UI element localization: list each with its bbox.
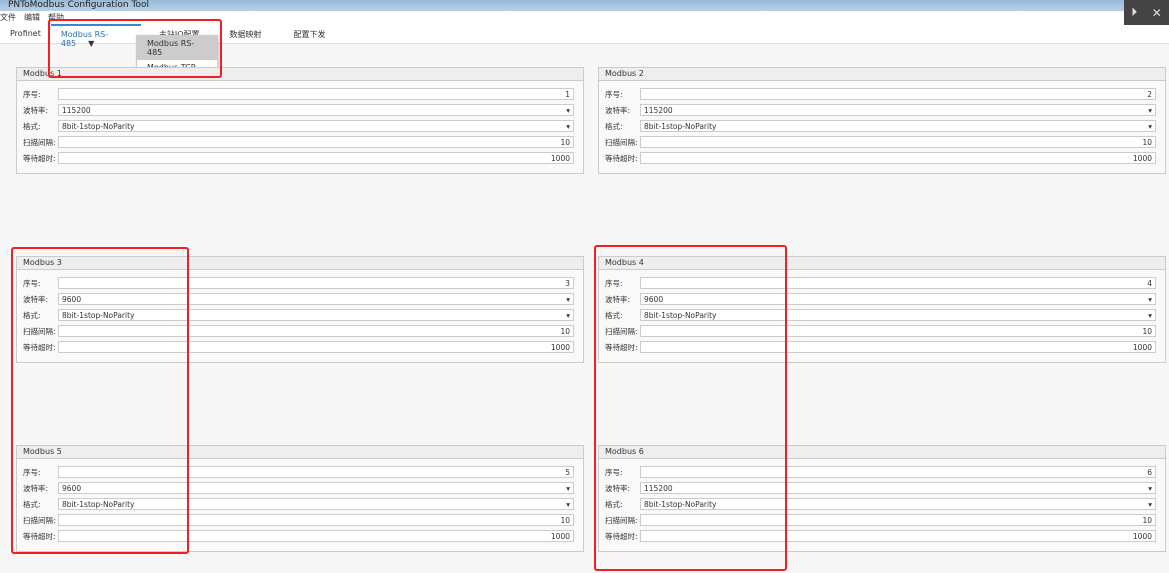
tab-profinet[interactable]: Profinet bbox=[0, 24, 51, 43]
label-format: 格式: bbox=[23, 121, 41, 131]
index-value: 2 bbox=[1147, 90, 1152, 99]
dropdown-arrow-icon: ▾ bbox=[1148, 122, 1152, 131]
row-format: 格式: 8bit-1stop-NoParity ▾ bbox=[599, 118, 1165, 134]
label-scan-interval: 扫描间隔: bbox=[23, 137, 56, 147]
label-format: 格式: bbox=[605, 121, 623, 131]
row-format: 格式: 8bit-1stop-NoParity ▾ bbox=[17, 118, 583, 134]
dropdown-arrow-icon: ▾ bbox=[566, 122, 570, 131]
dropdown-arrow-icon: ▾ bbox=[566, 295, 570, 304]
timeout-value: 1000 bbox=[550, 532, 570, 541]
label-index: 序号: bbox=[23, 89, 41, 99]
timeout-input[interactable]: 1000 bbox=[640, 152, 1156, 164]
timeout-value: 1000 bbox=[550, 154, 570, 163]
format-value: 8bit-1stop-NoParity bbox=[62, 122, 135, 131]
annotation-box bbox=[48, 19, 222, 78]
index-input[interactable]: 2 bbox=[640, 88, 1156, 100]
video-overlay-controls: ⏵ ✕ bbox=[1124, 0, 1169, 25]
tab-data-mapping[interactable]: 数据映射 bbox=[220, 24, 272, 43]
dropdown-arrow-icon: ▾ bbox=[566, 500, 570, 509]
index-value: 1 bbox=[565, 90, 570, 99]
scan-interval-input[interactable]: 10 bbox=[58, 136, 574, 148]
title-bar: PNToModbus Configuration Tool bbox=[0, 0, 1169, 11]
format-select[interactable]: 8bit-1stop-NoParity ▾ bbox=[640, 120, 1156, 132]
dropdown-arrow-icon: ▾ bbox=[1148, 500, 1152, 509]
annotation-box bbox=[594, 245, 787, 571]
baud-rate-value: 115200 bbox=[62, 106, 91, 115]
format-select[interactable]: 8bit-1stop-NoParity ▾ bbox=[58, 120, 574, 132]
index-value: 4 bbox=[1147, 279, 1152, 288]
index-value: 3 bbox=[565, 279, 570, 288]
format-value: 8bit-1stop-NoParity bbox=[644, 122, 717, 131]
scan-interval-value: 10 bbox=[1142, 516, 1152, 525]
dropdown-arrow-icon: ▾ bbox=[566, 106, 570, 115]
row-index: 序号: 2 bbox=[599, 86, 1165, 102]
tab-config-download[interactable]: 配置下发 bbox=[284, 24, 336, 43]
baud-rate-select[interactable]: 115200 ▾ bbox=[58, 104, 574, 116]
label-scan-interval: 扫描间隔: bbox=[605, 137, 638, 147]
dropdown-arrow-icon: ▾ bbox=[566, 484, 570, 493]
row-scan-interval: 扫描间隔: 10 bbox=[599, 134, 1165, 150]
annotation-box bbox=[11, 247, 189, 554]
timeout-value: 1000 bbox=[1132, 343, 1152, 352]
dropdown-arrow-icon: ▾ bbox=[1148, 106, 1152, 115]
timeout-input[interactable]: 1000 bbox=[58, 152, 574, 164]
row-baud-rate: 波特率: 115200 ▾ bbox=[599, 102, 1165, 118]
row-timeout: 等待超时: 1000 bbox=[599, 150, 1165, 166]
menu-edit[interactable]: 编辑 bbox=[24, 12, 40, 23]
scan-interval-value: 10 bbox=[560, 138, 570, 147]
row-scan-interval: 扫描间隔: 10 bbox=[17, 134, 583, 150]
dropdown-arrow-icon: ▾ bbox=[1148, 311, 1152, 320]
index-value: 5 bbox=[565, 468, 570, 477]
dropdown-arrow-icon: ▾ bbox=[1148, 484, 1152, 493]
scan-interval-input[interactable]: 10 bbox=[640, 136, 1156, 148]
modbus-panel-1: Modbus 1 序号: 1 波特率: 115200 ▾ 格式: 8bit-1stop-NoP… bbox=[16, 67, 584, 174]
timeout-value: 1000 bbox=[1132, 532, 1152, 541]
dropdown-arrow-icon: ▾ bbox=[1148, 295, 1152, 304]
scan-interval-value: 10 bbox=[1142, 138, 1152, 147]
menu-file[interactable]: 文件 bbox=[0, 12, 16, 23]
index-input[interactable]: 1 bbox=[58, 88, 574, 100]
scan-interval-value: 10 bbox=[560, 327, 570, 336]
row-timeout: 等待超时: 1000 bbox=[17, 150, 583, 166]
scan-interval-value: 10 bbox=[560, 516, 570, 525]
row-index: 序号: 1 bbox=[17, 86, 583, 102]
row-baud-rate: 波特率: 115200 ▾ bbox=[17, 102, 583, 118]
close-icon[interactable]: ✕ bbox=[1152, 6, 1162, 20]
timeout-value: 1000 bbox=[550, 343, 570, 352]
window-title: PNToModbus Configuration Tool bbox=[8, 0, 149, 10]
dropdown-arrow-icon: ▾ bbox=[566, 311, 570, 320]
index-value: 6 bbox=[1147, 468, 1152, 477]
label-timeout: 等待超时: bbox=[23, 153, 56, 163]
modbus-panel-2: Modbus 2 序号: 2 波特率: 115200 ▾ 格式: 8bit-1stop-NoP… bbox=[598, 67, 1166, 174]
baud-rate-select[interactable]: 115200 ▾ bbox=[640, 104, 1156, 116]
baud-rate-value: 115200 bbox=[644, 106, 673, 115]
label-baud-rate: 波特率: bbox=[23, 105, 49, 115]
panel-title: Modbus 2 bbox=[599, 68, 1165, 81]
label-index: 序号: bbox=[605, 89, 623, 99]
timeout-value: 1000 bbox=[1132, 154, 1152, 163]
play-icon[interactable]: ⏵ bbox=[1131, 5, 1137, 20]
label-timeout: 等待超时: bbox=[605, 153, 638, 163]
scan-interval-value: 10 bbox=[1142, 327, 1152, 336]
label-baud-rate: 波特率: bbox=[605, 105, 631, 115]
